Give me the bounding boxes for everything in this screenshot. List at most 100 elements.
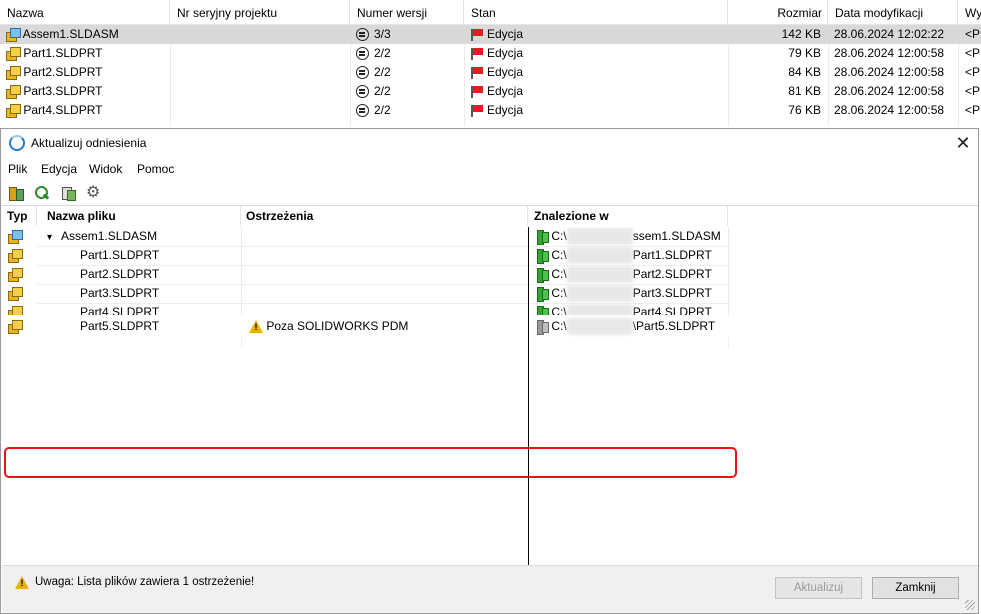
menu-help[interactable]: Pomoc — [137, 159, 174, 179]
column-header-date[interactable]: Data modyfikacji — [828, 0, 958, 25]
redacted-path — [566, 266, 633, 284]
explorer-row[interactable]: Part2.SLDPRT 2/2 Edycja 84 KB 28.06.2024… — [0, 63, 981, 82]
file-name: Part4.SLDPRT — [23, 103, 103, 117]
date: 28.06.2024 12:00:58 — [834, 84, 945, 98]
reference-row[interactable]: Part4.SLDPRT C:\ Part4.SLDPRT — [2, 303, 978, 315]
reference-row[interactable]: Part2.SLDPRT C:\ Part2.SLDPRT — [2, 265, 978, 284]
menu-bar: Plik Edycja Widok Pomoc — [1, 159, 978, 179]
date: 28.06.2024 12:00:58 — [834, 46, 945, 60]
part-icon — [5, 65, 21, 81]
menu-view[interactable]: Widok — [89, 159, 122, 179]
state-flag-icon — [470, 104, 484, 118]
warning-text — [247, 303, 527, 315]
path-suffix: \Part5.SLDPRT — [632, 319, 716, 333]
part-icon — [7, 319, 23, 335]
date: 28.06.2024 12:02:22 — [834, 27, 945, 41]
settings-gear-icon[interactable] — [86, 182, 102, 202]
redacted-path — [566, 304, 633, 315]
explorer-row[interactable]: Part1.SLDPRT 2/2 Edycja 79 KB 28.06.2024… — [0, 44, 981, 63]
expand-icon[interactable]: ▾ — [47, 232, 52, 243]
column-header-version[interactable]: Numer wersji — [350, 0, 464, 25]
references-grid: Typ Nazwa pliku Ostrzeżenia Znalezione w… — [2, 205, 978, 566]
version: 2/2 — [374, 65, 391, 79]
state-flag-icon — [470, 47, 484, 61]
part-icon — [5, 84, 21, 100]
column-header-size[interactable]: Rozmiar — [728, 0, 828, 25]
path-prefix: C:\ — [551, 305, 567, 315]
column-splitter[interactable] — [528, 227, 529, 566]
column-header-file-name[interactable]: Nazwa pliku — [42, 206, 241, 226]
column-header-type[interactable]: Typ — [2, 206, 37, 226]
date: 28.06.2024 12:00:58 — [834, 103, 945, 117]
warning-text — [247, 227, 527, 246]
extra: <P — [965, 65, 981, 79]
close-icon[interactable]: ✕ — [948, 129, 978, 157]
path-suffix: ssem1.SLDASM — [632, 229, 721, 243]
file-name: Part1.SLDPRT — [80, 248, 160, 262]
menu-file[interactable]: Plik — [8, 159, 27, 179]
file-name: Assem1.SLDASM — [22, 27, 119, 41]
close-button[interactable]: Zamknij — [872, 577, 959, 599]
menu-edit[interactable]: Edycja — [41, 159, 77, 179]
extra: <P — [965, 46, 981, 60]
warning-icon — [15, 576, 29, 589]
status-message: Uwaga: Lista plików zawiera 1 ostrzeżeni… — [35, 576, 255, 588]
resize-grip[interactable] — [965, 600, 975, 610]
path-suffix: Part1.SLDPRT — [632, 248, 712, 262]
state: Edycja — [487, 27, 524, 41]
warning-text — [247, 265, 527, 284]
reference-row[interactable]: Part1.SLDPRT C:\ Part1.SLDPRT — [2, 246, 978, 265]
assembly-icon — [7, 229, 23, 245]
dialog-title: Aktualizuj odniesienia — [31, 136, 147, 150]
column-header-serial[interactable]: Nr seryjny projektu — [170, 0, 350, 25]
vault-icon — [537, 230, 549, 246]
version-icon — [356, 28, 369, 42]
file-name: Part2.SLDPRT — [23, 65, 103, 79]
column-header-warnings[interactable]: Ostrzeżenia — [241, 206, 528, 226]
update-button[interactable]: Aktualizuj — [775, 577, 862, 599]
vault-icon — [537, 249, 549, 265]
part-icon — [7, 267, 23, 283]
file-explorer-list: Nazwa Nr seryjny projektu Numer wersji S… — [0, 0, 981, 126]
dialog-titlebar[interactable]: Aktualizuj odniesienia ✕ — [1, 129, 978, 157]
column-header-name[interactable]: Nazwa — [0, 0, 170, 25]
size: 76 KB — [788, 103, 821, 117]
state-flag-icon — [470, 28, 484, 42]
column-header-found-in[interactable]: Znalezione w — [529, 206, 728, 226]
grid-header: Typ Nazwa pliku Ostrzeżenia Znalezione w — [2, 206, 978, 226]
extra: <P — [965, 27, 981, 41]
vault-icon — [537, 287, 549, 303]
column-header-extra[interactable]: Wy — [958, 0, 981, 25]
state-flag-icon — [470, 85, 484, 99]
extra: <P — [965, 103, 981, 117]
column-header-state[interactable]: Stan — [464, 0, 728, 25]
warning-icon — [249, 320, 263, 334]
version-icon — [356, 85, 369, 99]
extra: <P — [965, 84, 981, 98]
find-icon[interactable] — [34, 185, 50, 201]
assembly-icon — [5, 27, 21, 43]
reference-row[interactable]: ▾ Assem1.SLDASM C:\ ssem1.SLDASM — [2, 227, 978, 246]
path-prefix: C:\ — [551, 319, 567, 333]
version: 3/3 — [374, 27, 391, 41]
explorer-row[interactable]: Part3.SLDPRT 2/2 Edycja 81 KB 28.06.2024… — [0, 82, 981, 101]
redacted-path — [566, 247, 633, 265]
split-references-icon[interactable] — [8, 185, 24, 201]
file-name: Part4.SLDPRT — [80, 305, 160, 315]
explorer-row[interactable]: Assem1.SLDASM 3/3 Edycja 142 KB 28.06.20… — [0, 25, 981, 44]
vault-icon — [537, 268, 549, 284]
part-icon — [7, 286, 23, 302]
file-name: Part3.SLDPRT — [80, 286, 160, 300]
reference-row[interactable]: Part3.SLDPRT C:\ Part3.SLDPRT — [2, 284, 978, 303]
path-suffix: Part3.SLDPRT — [632, 286, 712, 300]
copy-reference-icon[interactable] — [60, 185, 76, 201]
update-references-dialog: Aktualizuj odniesienia ✕ Plik Edycja Wid… — [0, 128, 979, 614]
state-flag-icon — [470, 66, 484, 80]
file-name: Part3.SLDPRT — [23, 84, 103, 98]
reference-row-warning[interactable]: Part5.SLDPRT Poza SOLIDWORKS PDM C:\ \Par… — [2, 315, 978, 337]
path-prefix: C:\ — [551, 229, 567, 243]
version-icon — [356, 104, 369, 118]
part-icon — [5, 46, 21, 62]
explorer-row[interactable]: Part4.SLDPRT 2/2 Edycja 76 KB 28.06.2024… — [0, 101, 981, 120]
file-name: Part5.SLDPRT — [80, 319, 160, 333]
